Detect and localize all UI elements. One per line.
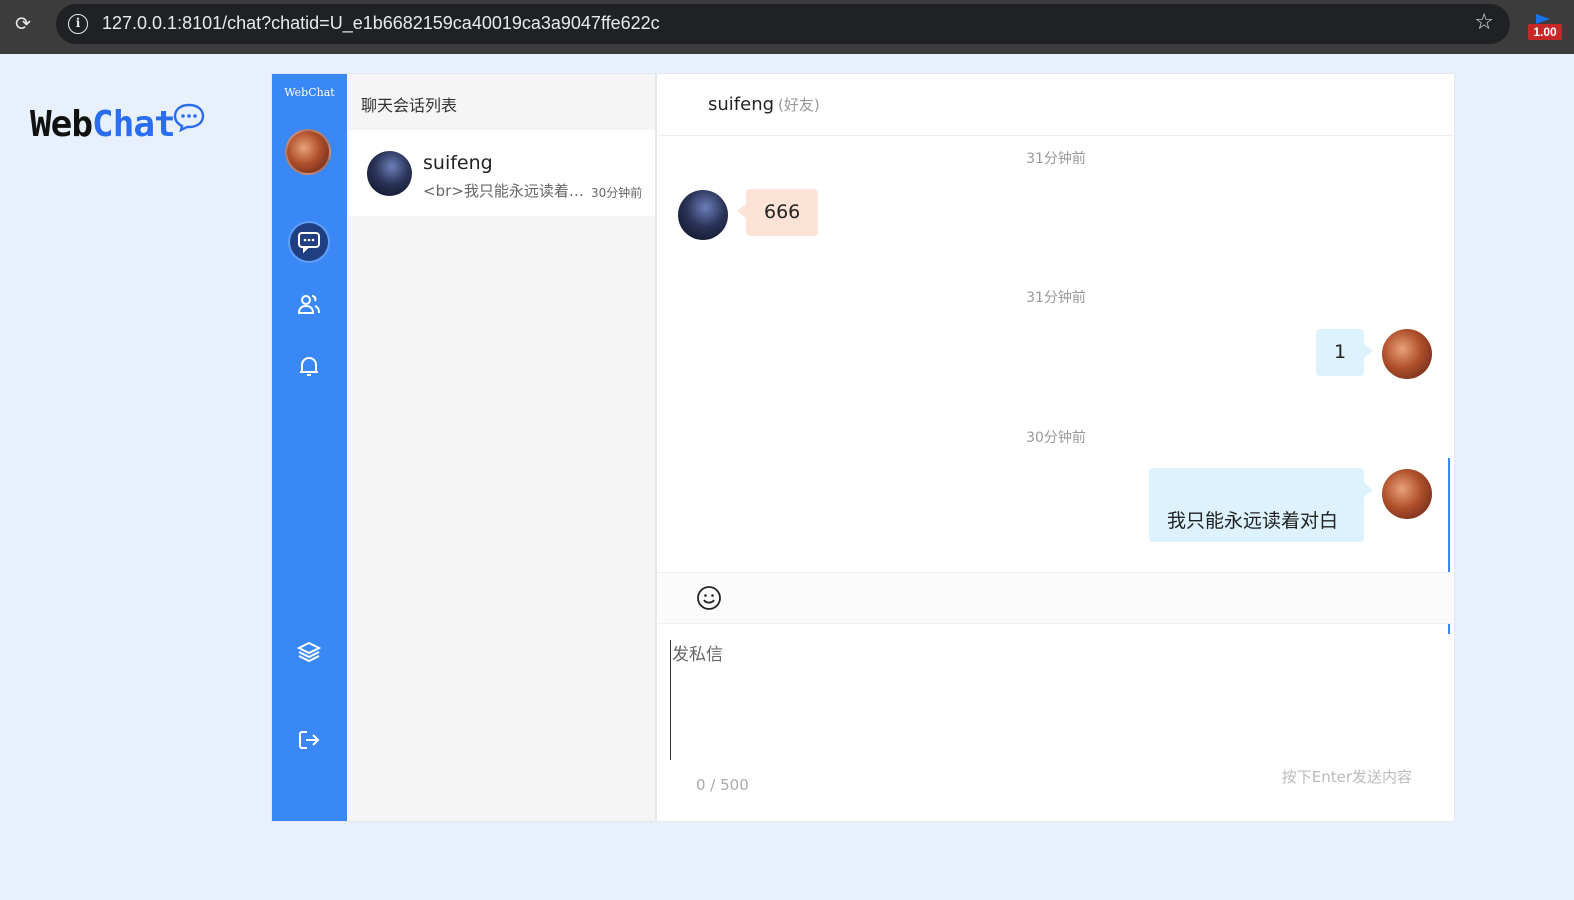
layers-icon [297,641,321,663]
bell-icon [300,356,318,376]
avatar[interactable] [678,190,728,240]
chat-contact-tag: (好友) [778,96,820,114]
chat-pane: suifeng (好友) 31分钟前 666 31分钟前 1 30分钟前 我只能永… [658,74,1454,821]
message-time: 31分钟前 [1026,290,1086,306]
send-hint: 按下Enter发送内容 [1281,768,1412,786]
message-time: 31分钟前 [1026,151,1086,167]
nav-chat-button[interactable] [290,223,328,261]
info-icon[interactable]: i [68,14,88,34]
reload-icon[interactable]: ⟳ [12,13,34,35]
char-counter: 0 / 500 [696,776,749,794]
smile-icon[interactable] [696,585,722,611]
chat-title: suifeng (好友) [708,94,820,115]
nav-logout-button[interactable] [290,721,328,759]
avatar[interactable] [1382,329,1432,379]
conversation-time: 30分钟前 [591,186,643,200]
composer: 0 / 500 按下Enter发送内容 [658,624,1454,821]
conversation-list-title: 聊天会话列表 [361,96,458,115]
chat-bubble-icon [173,103,205,132]
user-avatar[interactable] [285,129,331,175]
contacts-icon [297,295,320,314]
conversation-last-message: <br>我只能永远读着对白 [423,182,588,200]
url-text[interactable]: 127.0.0.1:8101/chat?chatid=U_e1b6682159c… [102,13,660,34]
extension-badge: 1.00 [1528,24,1562,40]
message-bubble-sent: 1 [1316,329,1373,376]
avatar [367,151,412,196]
message-bubble-received: 666 [736,189,819,236]
nav-contacts-button[interactable] [290,285,328,323]
avatar[interactable] [1382,469,1432,519]
nav-layers-button[interactable] [290,633,328,671]
chat-icon [298,232,320,253]
chat-app: WebChat 聊天会话列表 suifeng <br>我只能永远读着对白 30分… [271,73,1455,822]
brand-logo: WebChat [30,103,205,148]
message-time: 30分钟前 [1026,430,1086,446]
nav-rail: WebChat [272,74,347,821]
rail-title: WebChat [284,86,335,99]
flag-icon [1536,14,1550,24]
chat-header: suifeng (好友) [658,74,1454,136]
input-toolbar [658,572,1454,624]
nav-notifications-button[interactable] [290,347,328,385]
conversation-name: suifeng [423,152,493,174]
message-input[interactable] [670,640,1440,760]
logout-icon [299,731,320,749]
browser-toolbar: ⟳ i 127.0.0.1:8101/chat?chatid=U_e1b6682… [0,0,1574,54]
brand-web-text: Web [30,104,93,145]
star-icon[interactable]: ☆ [1474,10,1494,35]
extension-button[interactable]: 1.00 [1528,12,1562,42]
conversation-item[interactable]: suifeng <br>我只能永远读着对白 30分钟前 [347,130,655,216]
message-list: 31分钟前 666 31分钟前 1 30分钟前 我只能永远读着对白 [658,136,1454,634]
chat-contact-name: suifeng [708,94,775,115]
brand-chat-text: Chat [92,104,176,145]
address-bar[interactable]: i 127.0.0.1:8101/chat?chatid=U_e1b668215… [56,4,1510,44]
conversation-list: 聊天会话列表 suifeng <br>我只能永远读着对白 30分钟前 [347,74,657,821]
message-bubble-sent: 我只能永远读着对白 [1149,468,1373,542]
